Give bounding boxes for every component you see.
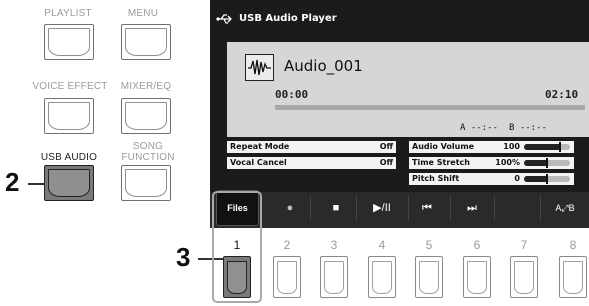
- record-icon[interactable]: ●: [276, 196, 304, 220]
- transport-divider: [450, 196, 451, 220]
- total-time: 02:10: [545, 88, 579, 101]
- repeat-mode-row[interactable]: Repeat Mode Off: [227, 141, 396, 153]
- audio-volume-row[interactable]: Audio Volume 100: [409, 141, 574, 153]
- time-stretch-slider[interactable]: [524, 158, 570, 168]
- usb-icon: [216, 13, 234, 28]
- button-1-label: 1: [233, 238, 241, 252]
- repeat-mode-label: Repeat Mode: [230, 142, 290, 151]
- audio-volume-slider-knob[interactable]: [558, 142, 561, 152]
- play-pause-icon[interactable]: ▶/II: [364, 196, 400, 220]
- transport-divider: [310, 196, 311, 220]
- mixer-eq-button[interactable]: [121, 98, 171, 134]
- player-info-panel: Audio_001 00:00 02:10 A --:-- B --:--: [227, 42, 589, 137]
- button-6-label: 6: [473, 238, 481, 252]
- time-stretch-row[interactable]: Time Stretch 100%: [409, 157, 574, 169]
- point-a-label: A --:--: [460, 123, 498, 133]
- button-4-label: 4: [378, 238, 386, 252]
- song-function-label-line2: FUNCTION: [121, 152, 175, 163]
- voice-effect-button[interactable]: [44, 98, 94, 134]
- menu-button[interactable]: [121, 24, 171, 60]
- audio-volume-value: 100: [503, 142, 520, 151]
- transport-divider: [356, 196, 357, 220]
- voice-effect-label: VOICE EFFECT: [32, 81, 108, 92]
- step-2-line: [28, 183, 45, 185]
- usb-audio-button[interactable]: [44, 165, 94, 201]
- playback-progress-bar[interactable]: [275, 105, 585, 110]
- transport-divider: [494, 196, 495, 220]
- current-time: 00:00: [275, 88, 309, 101]
- pitch-shift-value: 0: [514, 174, 520, 183]
- time-stretch-label: Time Stretch: [412, 158, 470, 167]
- transport-divider: [408, 196, 409, 220]
- step-3-callout: 3: [176, 242, 191, 272]
- mixer-eq-label: MIXER/EQ: [120, 81, 172, 92]
- pitch-shift-row[interactable]: Pitch Shift 0: [409, 173, 574, 185]
- pitch-shift-slider-knob[interactable]: [546, 174, 548, 184]
- step-2-callout: 2: [5, 167, 20, 197]
- usb-audio-label: USB AUDIO: [40, 152, 98, 163]
- button-1[interactable]: [223, 256, 251, 298]
- button-2-label: 2: [283, 238, 291, 252]
- time-stretch-slider-fill: [524, 160, 547, 166]
- point-b-label: B --:--: [509, 123, 547, 133]
- repeat-mode-value: Off: [379, 142, 393, 151]
- pitch-shift-slider[interactable]: [524, 174, 570, 184]
- time-stretch-slider-knob[interactable]: [546, 158, 548, 168]
- vocal-cancel-label: Vocal Cancel: [230, 158, 287, 167]
- button-5[interactable]: [415, 256, 443, 298]
- audio-volume-label: Audio Volume: [412, 142, 475, 151]
- time-stretch-value: 100%: [495, 158, 520, 167]
- audio-volume-slider[interactable]: [524, 142, 570, 152]
- screen-title: USB Audio Player: [239, 13, 337, 24]
- playlist-label: PLAYLIST: [44, 8, 92, 19]
- button-7[interactable]: [510, 256, 538, 298]
- vocal-cancel-row[interactable]: Vocal Cancel Off: [227, 157, 396, 169]
- song-function-label-line1: SONG: [132, 141, 164, 152]
- transport-divider: [540, 196, 541, 220]
- file-name: Audio_001: [284, 57, 363, 75]
- button-2[interactable]: [273, 256, 301, 298]
- button-6[interactable]: [463, 256, 491, 298]
- button-3-label: 3: [330, 238, 338, 252]
- rewind-icon[interactable]: ⏮: [413, 196, 441, 220]
- button-8[interactable]: [559, 256, 587, 298]
- vocal-cancel-value: Off: [379, 158, 393, 167]
- stop-icon[interactable]: ■: [322, 196, 350, 220]
- button-4[interactable]: [368, 256, 396, 298]
- button-5-label: 5: [425, 238, 433, 252]
- pitch-shift-label: Pitch Shift: [412, 174, 460, 183]
- usb-audio-player-screen: USB Audio Player Audio_001 00:00 02:10 A…: [210, 0, 589, 228]
- pitch-shift-slider-fill: [524, 176, 547, 182]
- waveform-icon: [245, 54, 274, 81]
- song-function-button[interactable]: [121, 165, 171, 201]
- playlist-button[interactable]: [44, 24, 94, 60]
- title-bar: USB Audio Player: [210, 0, 589, 40]
- menu-label: MENU: [127, 8, 159, 19]
- ab-repeat-button[interactable]: A⤢B: [543, 196, 587, 220]
- audio-volume-slider-fill: [524, 144, 560, 150]
- button-3[interactable]: [320, 256, 348, 298]
- button-7-label: 7: [520, 238, 528, 252]
- button-8-label: 8: [569, 238, 577, 252]
- fast-forward-icon[interactable]: ⏭: [458, 196, 486, 220]
